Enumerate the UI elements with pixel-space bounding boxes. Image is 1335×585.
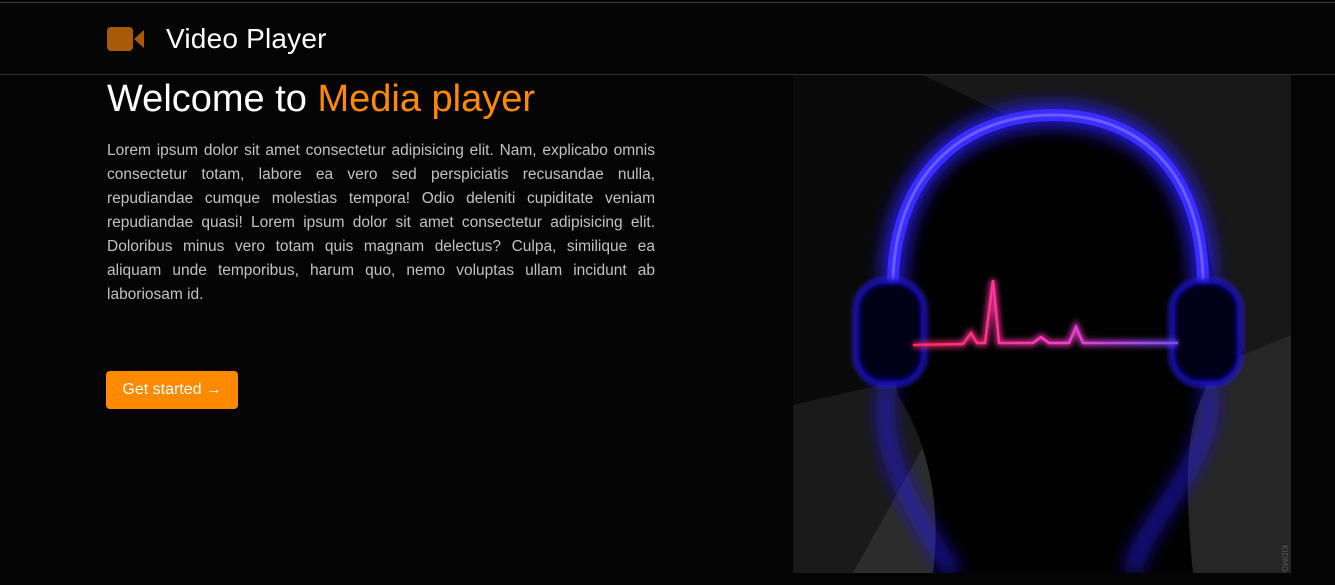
watermark-text: KIDMOGRAPH — [1280, 545, 1289, 573]
title-accent: Media player — [317, 78, 536, 120]
headphones-heartbeat-illustration: KIDMOGRAPH — [793, 75, 1291, 573]
brand-link[interactable]: Video Player — [107, 3, 327, 74]
hero-description: Lorem ipsum dolor sit amet consectetur a… — [107, 142, 655, 303]
video-camera-icon — [107, 26, 144, 51]
brand-title: Video Player — [166, 22, 327, 54]
navbar: Video Player — [0, 3, 1335, 75]
get-started-label: Get started — [122, 381, 202, 398]
page-title: Welcome to Media player — [107, 73, 535, 125]
get-started-button[interactable]: Get started → — [106, 371, 238, 409]
title-prefix: Welcome to — [107, 78, 318, 120]
arrow-right-icon: → — [205, 381, 222, 398]
